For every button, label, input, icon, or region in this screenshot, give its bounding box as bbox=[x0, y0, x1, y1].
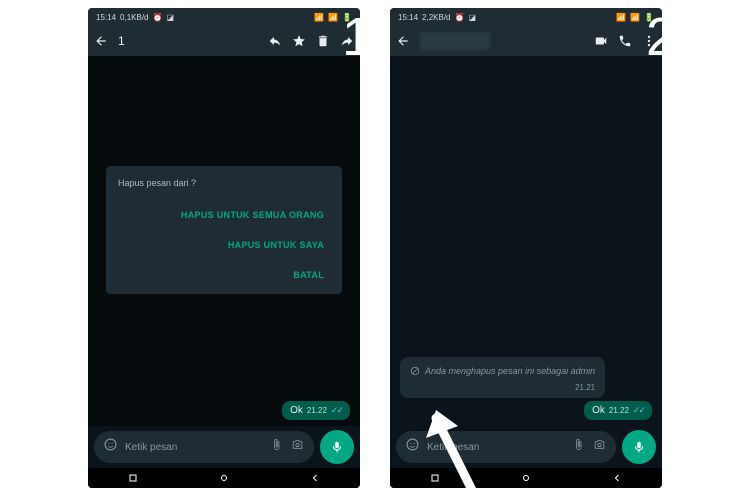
nav-recent-icon[interactable] bbox=[125, 473, 141, 483]
camera-icon[interactable] bbox=[291, 438, 304, 456]
mic-button[interactable] bbox=[622, 430, 656, 464]
chat-toolbar bbox=[390, 26, 662, 56]
phone-screenshot-1: 15:14 0,1KB/d ⏰ ◪ 📶 📶 🔋 1 Hapus pesan da… bbox=[88, 8, 360, 488]
signal-icon: 📶 bbox=[630, 13, 640, 22]
composer-row: Ketik pesan bbox=[88, 426, 360, 468]
status-time: 15:14 bbox=[398, 13, 418, 22]
delete-dialog: Hapus pesan dari ? HAPUS UNTUK SEMUA ORA… bbox=[106, 166, 342, 294]
status-icon: ◪ bbox=[166, 13, 174, 22]
contact-name[interactable] bbox=[420, 32, 490, 50]
voice-call-icon[interactable] bbox=[618, 34, 632, 48]
nav-back-icon[interactable] bbox=[609, 473, 625, 483]
status-time: 15:14 bbox=[96, 13, 116, 22]
selection-toolbar: 1 bbox=[88, 26, 360, 56]
back-icon[interactable] bbox=[94, 34, 108, 48]
outgoing-message[interactable]: Ok 21.22 ✓✓ bbox=[584, 401, 652, 420]
nav-home-icon[interactable] bbox=[518, 473, 534, 483]
read-ticks-icon: ✓✓ bbox=[633, 405, 644, 416]
input-placeholder: Ketik pesan bbox=[125, 442, 262, 453]
delete-for-everyone-button[interactable]: HAPUS UNTUK SEMUA ORANG bbox=[118, 200, 330, 230]
status-net: 2,2KB/d bbox=[422, 13, 450, 22]
prohibited-icon bbox=[410, 363, 420, 381]
outgoing-message[interactable]: Ok 21.22 ✓✓ bbox=[282, 401, 350, 420]
deleted-message-bubble[interactable]: Anda menghapus pesan ini sebagai admin 2… bbox=[400, 357, 605, 398]
attach-icon[interactable] bbox=[270, 438, 283, 456]
reply-icon[interactable] bbox=[268, 34, 282, 48]
message-text: Ok bbox=[592, 405, 605, 416]
step-label-2: 2 bbox=[646, 6, 676, 68]
camera-icon[interactable] bbox=[593, 438, 606, 456]
message-text: Ok bbox=[290, 405, 303, 416]
mic-button[interactable] bbox=[320, 430, 354, 464]
delete-for-me-button[interactable]: HAPUS UNTUK SAYA bbox=[118, 230, 330, 260]
wifi-icon: 📶 bbox=[314, 13, 324, 22]
status-bar: 15:14 2,2KB/d ⏰ ◪ 📶 📶 🔋 bbox=[390, 8, 662, 26]
message-input[interactable]: Ketik pesan bbox=[94, 431, 314, 463]
status-net: 0,1KB/d bbox=[120, 13, 148, 22]
alarm-icon: ⏰ bbox=[455, 13, 465, 22]
video-call-icon[interactable] bbox=[594, 34, 608, 48]
chat-area: Hapus pesan dari ? HAPUS UNTUK SEMUA ORA… bbox=[88, 56, 360, 426]
nav-home-icon[interactable] bbox=[216, 473, 232, 483]
android-navbar bbox=[88, 468, 360, 488]
attach-icon[interactable] bbox=[572, 438, 585, 456]
star-icon[interactable] bbox=[292, 34, 306, 48]
back-icon[interactable] bbox=[396, 34, 410, 48]
dialog-title: Hapus pesan dari ? bbox=[118, 178, 330, 188]
message-time: 21.22 bbox=[609, 406, 629, 415]
emoji-icon[interactable] bbox=[104, 438, 117, 456]
alarm-icon: ⏰ bbox=[153, 13, 163, 22]
message-time: 21.22 bbox=[307, 406, 327, 415]
status-bar: 15:14 0,1KB/d ⏰ ◪ 📶 📶 🔋 bbox=[88, 8, 360, 26]
cancel-button[interactable]: BATAL bbox=[118, 260, 330, 290]
delete-icon[interactable] bbox=[316, 34, 330, 48]
read-ticks-icon: ✓✓ bbox=[331, 405, 342, 416]
status-icon: ◪ bbox=[468, 13, 476, 22]
annotation-arrow bbox=[418, 400, 488, 501]
signal-icon: 📶 bbox=[328, 13, 338, 22]
selection-count: 1 bbox=[118, 34, 125, 48]
wifi-icon: 📶 bbox=[616, 13, 626, 22]
chat-area: Anda menghapus pesan ini sebagai admin 2… bbox=[390, 56, 662, 426]
nav-back-icon[interactable] bbox=[307, 473, 323, 483]
deleted-message-text: Anda menghapus pesan ini sebagai admin bbox=[425, 366, 595, 377]
deleted-message-time: 21.21 bbox=[410, 383, 595, 392]
step-label-1: 1 bbox=[342, 6, 372, 68]
